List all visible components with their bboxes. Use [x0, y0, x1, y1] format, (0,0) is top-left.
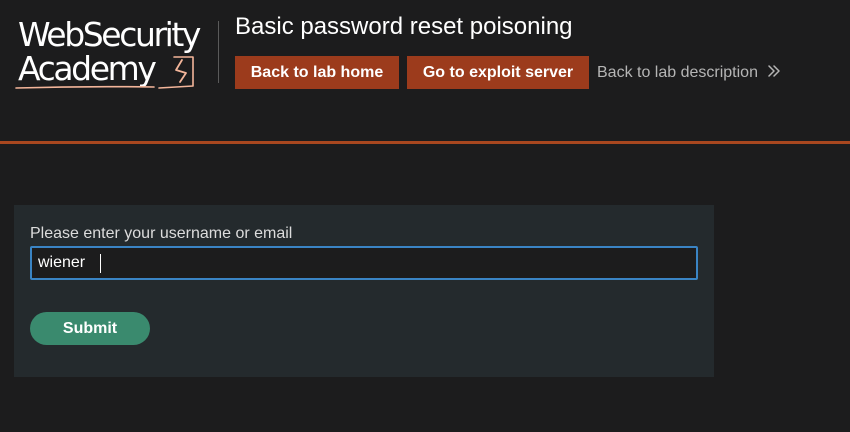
back-to-lab-description-label: Back to lab description	[597, 64, 758, 81]
header-divider	[218, 21, 219, 83]
back-to-lab-home-button[interactable]: Back to lab home	[235, 56, 399, 89]
web-security-academy-logo[interactable]: WebSecurity Academy	[14, 16, 218, 94]
logo-bracket	[158, 56, 194, 89]
username-field-label: Please enter your username or email	[30, 225, 293, 242]
forgot-password-form: Please enter your username or email Subm…	[14, 205, 714, 377]
double-chevron-right-icon	[768, 65, 781, 78]
header-orange-rule	[0, 141, 850, 144]
logo-underline	[15, 85, 155, 89]
go-to-exploit-server-button[interactable]: Go to exploit server	[407, 56, 589, 89]
logo-mark	[15, 56, 194, 89]
back-to-lab-description-link[interactable]: Back to lab description	[597, 56, 781, 89]
site-header: WebSecurity Academy Basic password reset…	[0, 0, 850, 141]
submit-button[interactable]: Submit	[30, 312, 150, 345]
lightning-bolt-icon	[175, 59, 187, 83]
text-caret	[100, 254, 101, 273]
lab-title: Basic password reset poisoning	[235, 13, 573, 40]
username-input[interactable]	[30, 246, 698, 280]
